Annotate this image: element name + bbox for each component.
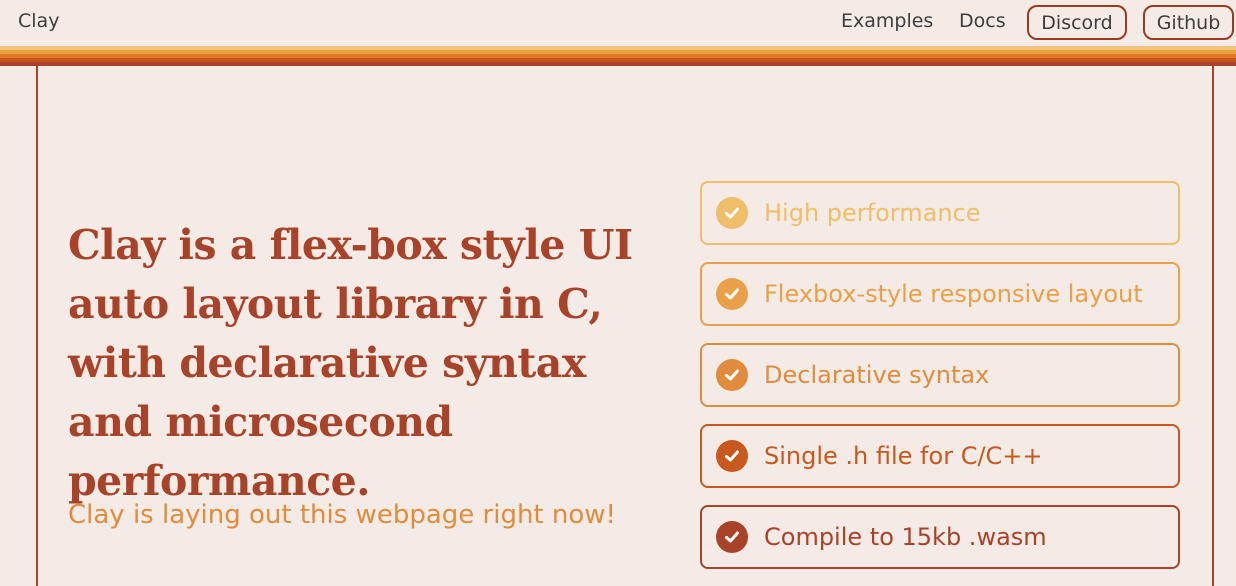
discord-button[interactable]: Discord [1027,5,1127,40]
hero-headline: Clay is a flex-box style UI auto layout … [68,221,633,505]
check-circle-icon [716,278,748,310]
github-button[interactable]: Github [1143,5,1234,40]
feature-item: Declarative syntax [700,343,1180,407]
nav-link-examples[interactable]: Examples [841,10,933,32]
hero-subline: Clay is laying out this webpage right no… [68,500,616,530]
top-navigation-bar: Clay Examples Docs Discord Github [0,0,1236,46]
logo-text[interactable]: Clay [18,10,59,32]
feature-label: Compile to 15kb .wasm [764,523,1047,551]
check-circle-icon [716,359,748,391]
feature-label: Declarative syntax [764,361,990,389]
feature-label: High performance [764,199,981,227]
check-circle-icon [716,440,748,472]
feature-label: Single .h file for C/C++ [764,442,1043,470]
feature-label: Flexbox-style responsive layout [764,280,1143,308]
feature-item: Single .h file for C/C++ [700,424,1180,488]
nav-link-docs[interactable]: Docs [959,10,1006,32]
check-circle-icon [716,197,748,229]
feature-item: Flexbox-style responsive layout [700,262,1180,326]
check-circle-icon [716,521,748,553]
feature-item: High performance [700,181,1180,245]
header-stripes [0,46,1236,66]
feature-item: Compile to 15kb .wasm [700,505,1180,569]
